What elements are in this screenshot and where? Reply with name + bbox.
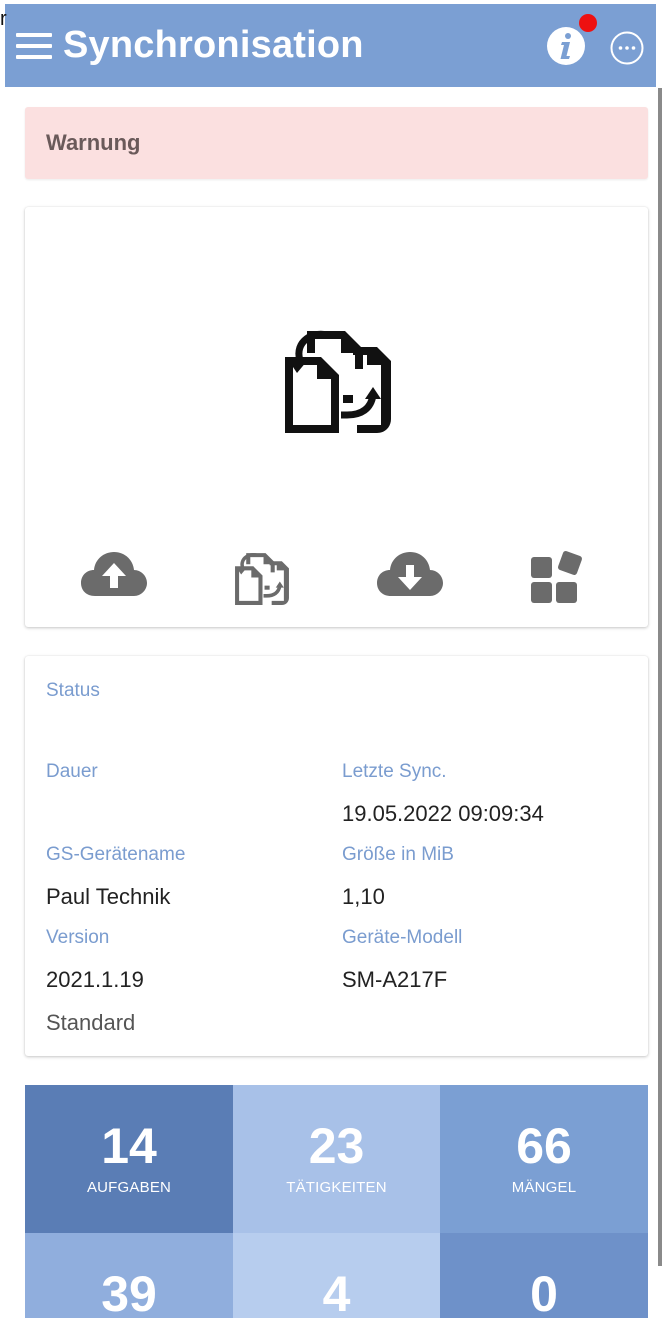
- tile-value: 39: [101, 1266, 157, 1318]
- tile-value: 23: [308, 1118, 365, 1174]
- tile-aufgaben[interactable]: 14 AUFGABEN: [25, 1085, 233, 1233]
- tile-caption: AUFGABEN: [86, 1179, 172, 1196]
- status-title: Status: [46, 680, 100, 701]
- modell-value: SM-A217F: [342, 967, 448, 992]
- info-icon[interactable]: [545, 25, 587, 67]
- tile-value: 4: [322, 1266, 351, 1318]
- synchronisation-screen: r Synchronisation Warnung Status Dauer L…: [0, 0, 664, 1318]
- sync-card: [25, 207, 648, 627]
- tile-row2-1[interactable]: 39: [25, 1233, 233, 1318]
- version-label: Version: [46, 927, 110, 948]
- warning-text: Warnung: [46, 130, 141, 155]
- letzte-sync-label: Letzte Sync.: [342, 761, 447, 782]
- version-value: 2021.1.19: [46, 967, 144, 992]
- tile-row2-3[interactable]: 0: [440, 1233, 648, 1318]
- upload-cloud-icon[interactable]: [81, 550, 147, 596]
- stats-tiles: 14 AUFGABEN 23 TÄTIGKEITEN 66 MÄNGEL 39 …: [25, 1085, 648, 1318]
- modell-label: Geräte-Modell: [342, 927, 463, 948]
- tile-taetigkeiten[interactable]: 23 TÄTIGKEITEN: [233, 1085, 440, 1233]
- tile-value: 0: [530, 1266, 558, 1318]
- geraetename-label: GS-Gerätename: [46, 844, 186, 865]
- hamburger-menu-icon: [16, 32, 52, 59]
- download-cloud-icon[interactable]: [377, 550, 443, 596]
- warning-banner: Warnung: [25, 107, 648, 179]
- page-title: Synchronisation: [63, 24, 364, 66]
- letzte-sync-value: 19.05.2022 09:09:34: [342, 801, 544, 826]
- apps-icon[interactable]: [530, 549, 586, 605]
- more-horizontal-icon[interactable]: [609, 30, 645, 66]
- groesse-value: 1,10: [342, 884, 385, 909]
- menu-button[interactable]: [5, 4, 63, 87]
- status-card: Status Dauer Letzte Sync. 19.05.2022 09:…: [25, 656, 648, 1056]
- overlay-char: r: [0, 8, 7, 30]
- tile-row2-2[interactable]: 4: [233, 1233, 440, 1318]
- tile-caption: MÄNGEL: [511, 1179, 577, 1196]
- tile-maengel[interactable]: 66 MÄNGEL: [440, 1085, 648, 1233]
- dauer-label: Dauer: [46, 761, 98, 782]
- file-sync-icon[interactable]: [232, 549, 292, 607]
- groesse-label: Größe in MiB: [342, 844, 454, 865]
- tile-value: 66: [516, 1118, 572, 1174]
- file-sync-icon[interactable]: [281, 323, 395, 437]
- standard-value: Standard: [46, 1010, 136, 1035]
- scrollbar[interactable]: [658, 88, 662, 1266]
- tile-value: 14: [101, 1118, 157, 1174]
- geraetename-value: Paul Technik: [46, 884, 171, 909]
- tile-caption: TÄTIGKEITEN: [286, 1179, 387, 1196]
- notification-dot: [579, 14, 597, 32]
